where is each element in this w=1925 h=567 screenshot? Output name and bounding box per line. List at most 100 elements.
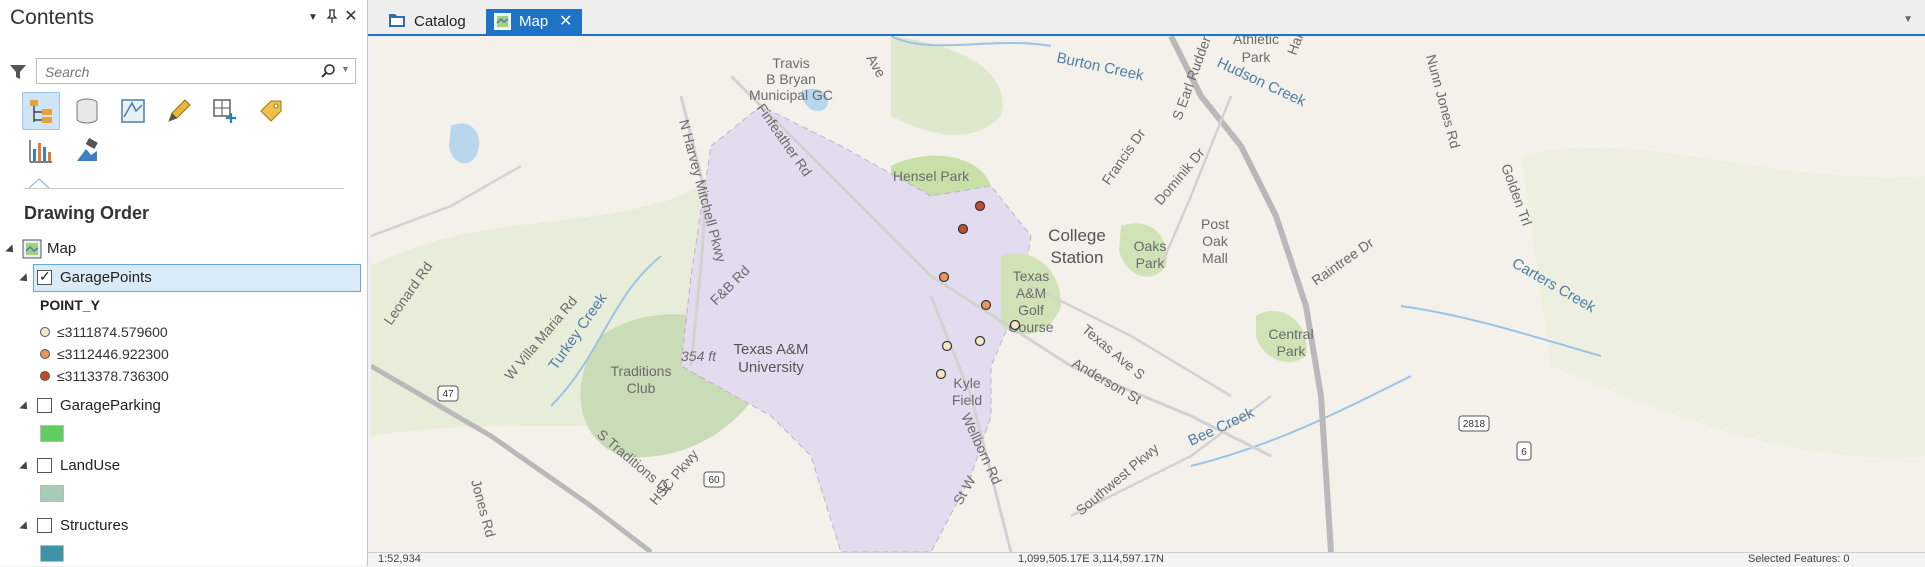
tab-label: Map	[519, 13, 549, 30]
map-label: Central	[1268, 326, 1313, 342]
list-by-editing-icon[interactable]	[160, 92, 198, 130]
garage-point[interactable]	[1009, 319, 1021, 331]
list-by-drawing-order-icon[interactable]	[22, 92, 60, 130]
map-label: Southwest Pkwy	[1073, 440, 1162, 518]
symbol-patch[interactable]	[40, 425, 64, 442]
legend-label: ≤3113378.736300	[57, 368, 169, 384]
selected-features[interactable]: Selected Features: 0	[1748, 553, 1850, 565]
symbology-field: POINT_Y	[40, 297, 100, 313]
contents-header: Contents ▼ ✕	[0, 0, 367, 34]
garage-point[interactable]	[935, 368, 947, 380]
contents-title: Contents	[10, 6, 95, 29]
garage-point[interactable]	[980, 299, 992, 311]
layer-name: LandUse	[60, 457, 121, 474]
map-label: College	[1048, 226, 1106, 245]
map-label: Mall	[1202, 250, 1228, 266]
legend-label: ≤3111874.579600	[57, 324, 168, 340]
map-label: Oaks	[1134, 238, 1167, 254]
highway	[1168, 36, 1334, 552]
tree-item-garageparking[interactable]: GarageParking	[0, 395, 360, 419]
map-label: Park	[1277, 343, 1307, 359]
shield-label: 6	[1521, 447, 1527, 458]
collapse-icon[interactable]	[5, 244, 17, 256]
search-icon[interactable]	[320, 63, 336, 79]
road	[1030, 284, 1232, 398]
list-by-labeling-icon[interactable]	[252, 92, 290, 130]
search-input[interactable]	[43, 62, 317, 82]
map-label: Texas	[1013, 268, 1050, 284]
map-label: University	[738, 359, 804, 376]
list-by-selection-icon[interactable]	[114, 92, 152, 130]
pane-options-icon[interactable]: ▼	[305, 12, 321, 23]
tree-item-map[interactable]: Map	[0, 238, 360, 262]
map-icon	[494, 13, 511, 30]
list-by-charts-icon[interactable]	[22, 132, 60, 170]
tab-list-icon[interactable]: ▼	[1903, 14, 1913, 25]
map-label: A&M	[1016, 285, 1046, 301]
collapse-icon[interactable]	[19, 461, 31, 473]
water	[449, 123, 480, 164]
garage-point[interactable]	[938, 271, 950, 283]
garage-point[interactable]	[974, 200, 986, 212]
map-label: Travis	[772, 55, 810, 71]
garage-point[interactable]	[941, 340, 953, 352]
layer-visibility-checkbox[interactable]	[37, 268, 52, 285]
hwy-shield-47: 47	[437, 385, 459, 402]
map-label: Oak	[1202, 233, 1229, 249]
tab-catalog[interactable]: Catalog	[378, 9, 482, 34]
tab-label: Catalog	[414, 13, 466, 30]
collapse-icon[interactable]	[19, 521, 31, 533]
map-label: 354 ft	[681, 348, 717, 364]
contents-pane: Contents ▼ ✕ ▼	[0, 0, 368, 566]
close-pane-icon[interactable]: ✕	[343, 6, 359, 26]
symbol-patch[interactable]	[40, 545, 64, 562]
layer-visibility-checkbox[interactable]	[37, 398, 52, 413]
list-by-perspective-imagery-icon[interactable]	[68, 132, 106, 170]
shield-label: 47	[442, 389, 454, 400]
legend-symbol	[40, 349, 50, 359]
map-label: Harv	[1284, 36, 1309, 57]
coordinate-readout: 1,099,505.17E 3,114,597.17N	[1018, 553, 1164, 565]
map-label: Club	[627, 380, 656, 396]
map-label: Hensel Park	[893, 168, 970, 184]
layer-name: GarageParking	[60, 397, 161, 414]
legend-symbol	[40, 327, 50, 337]
map-label: Nunn Jones Rd	[1423, 53, 1463, 150]
tree-item-structures[interactable]: Structures	[0, 515, 360, 539]
layer-visibility-checkbox[interactable]	[37, 518, 52, 533]
layer-visibility-checkbox[interactable]	[37, 458, 52, 473]
map-label: Francis Dr	[1098, 125, 1148, 187]
garage-point[interactable]	[957, 223, 969, 235]
hwy-shield-2818: 2818	[1458, 415, 1490, 432]
collapse-icon[interactable]	[19, 401, 31, 413]
garage-point[interactable]	[974, 335, 986, 347]
pin-icon[interactable]	[324, 9, 340, 26]
layer-name: Structures	[60, 517, 129, 534]
map-label: Post	[1201, 216, 1229, 232]
view-tab-bar: Catalog Map ✕ ▼	[368, 0, 1925, 34]
list-by-source-icon[interactable]	[68, 92, 106, 130]
hwy-shield-6: 6	[1516, 441, 1532, 461]
map-label: Golf	[1018, 302, 1044, 318]
map-label: Burton Creek	[1055, 49, 1145, 84]
layer-name: GaragePoints	[60, 269, 152, 286]
shield-label: 60	[708, 475, 720, 486]
map-label: Traditions	[611, 363, 672, 379]
tree-item-landuse[interactable]: LandUse	[0, 455, 360, 479]
collapse-icon[interactable]	[19, 273, 31, 285]
close-tab-icon[interactable]: ✕	[559, 11, 572, 31]
tab-map[interactable]: Map ✕	[486, 9, 582, 34]
section-title: Drawing Order	[24, 203, 150, 223]
map-icon	[22, 239, 42, 259]
search-options-icon[interactable]: ▼	[341, 64, 350, 74]
tree-item-garagepoints[interactable]: GaragePoints	[0, 267, 360, 291]
map-view[interactable]: 47 60 2818 6 Travis B Bryan Municipal GC…	[371, 36, 1925, 552]
filter-icon[interactable]	[8, 62, 28, 82]
map-label: Field	[952, 392, 982, 408]
map-label: Athletic	[1233, 36, 1279, 47]
symbol-patch[interactable]	[40, 485, 64, 502]
map-label: Map	[47, 240, 77, 257]
list-by-snapping-icon[interactable]	[206, 92, 244, 130]
search-box[interactable]: ▼	[36, 58, 356, 84]
scale-selector[interactable]: 1:52,934	[378, 553, 421, 565]
